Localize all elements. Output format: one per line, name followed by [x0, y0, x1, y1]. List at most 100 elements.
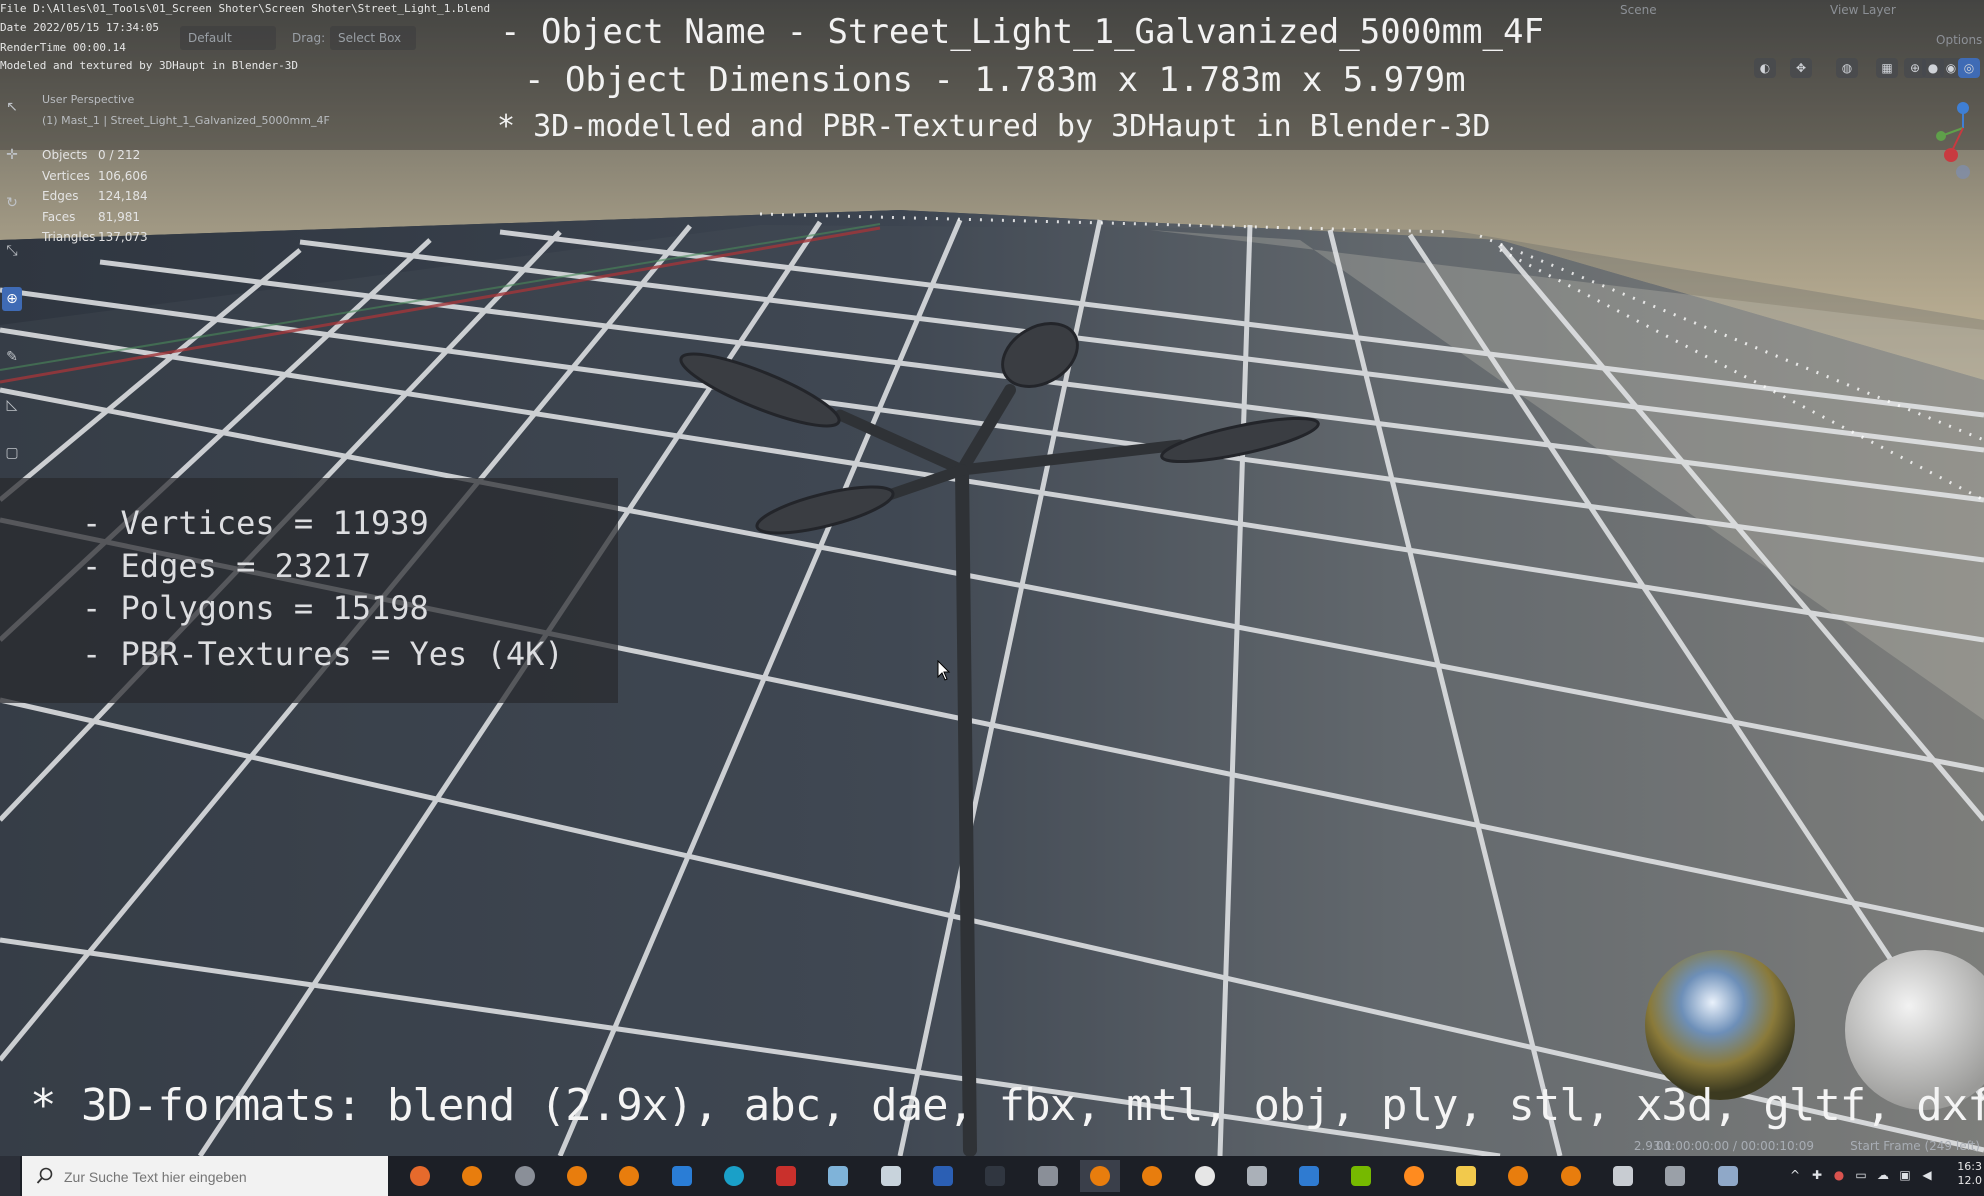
- terminal-icon: [985, 1166, 1006, 1186]
- scene-selector[interactable]: Scene: [1620, 3, 1657, 17]
- display-icon[interactable]: ▣: [1898, 1168, 1912, 1182]
- rotate-tool-icon[interactable]: ↻: [2, 191, 22, 215]
- taskbar-app[interactable]: [1289, 1160, 1329, 1192]
- taskbar-app[interactable]: [1603, 1160, 1643, 1192]
- view-layer-selector[interactable]: View Layer: [1830, 3, 1896, 17]
- stat-label: Faces: [42, 209, 76, 224]
- add-cube-tool-icon[interactable]: ▢: [2, 441, 22, 465]
- taskbar-search[interactable]: [22, 1156, 388, 1196]
- xray-toggle-icon[interactable]: ▦: [1876, 58, 1898, 78]
- panda-icon: [1194, 1166, 1215, 1186]
- volume-icon[interactable]: ◀: [1920, 1168, 1934, 1182]
- chevron-up-icon[interactable]: ^: [1788, 1168, 1802, 1182]
- overlay-toggle-icon[interactable]: ◍: [1836, 58, 1858, 78]
- capture-icon: [1037, 1166, 1058, 1186]
- transform-tool-icon[interactable]: ⊕: [2, 287, 22, 311]
- move-tool-icon[interactable]: ✛: [2, 143, 22, 167]
- taskbar-app[interactable]: [1237, 1160, 1277, 1192]
- navigation-gizmo[interactable]: [1925, 98, 1984, 188]
- blender-icon: [1089, 1166, 1110, 1186]
- firefox-icon: [410, 1166, 430, 1186]
- stat-triangles: Triangles 137,073: [42, 230, 148, 251]
- taskbar-apps: [400, 1156, 1800, 1196]
- taskbar-app[interactable]: [609, 1160, 649, 1192]
- rendered-shading-icon[interactable]: ◎: [1958, 58, 1980, 78]
- cloud-icon[interactable]: ☁: [1876, 1168, 1890, 1182]
- taskbar-app[interactable]: [1446, 1160, 1486, 1192]
- taskbar-app[interactable]: [557, 1160, 597, 1192]
- annotate-tool-icon[interactable]: ✎: [2, 345, 22, 369]
- battery-icon[interactable]: ▭: [1854, 1168, 1868, 1182]
- taskbar-app[interactable]: [1028, 1160, 1068, 1192]
- taskbar-app[interactable]: [662, 1160, 702, 1192]
- object-dimensions-text: - Object Dimensions - 1.783m x 1.783m x …: [524, 60, 1466, 100]
- scene-statistics: Objects 0 / 212 Vertices 106,606 Edges 124,…: [42, 148, 148, 251]
- taskbar-app[interactable]: [1498, 1160, 1538, 1192]
- taskbar-app[interactable]: [1185, 1160, 1225, 1192]
- network-icon[interactable]: ✚: [1810, 1168, 1824, 1182]
- stamp-date: Date 2022/05/15 17:34:05: [0, 21, 159, 34]
- media-icon: [1403, 1166, 1424, 1186]
- orientation-dropdown[interactable]: Default: [180, 26, 276, 50]
- viewport-info: User Perspective (1) Mast_1 | Street_Lig…: [42, 93, 330, 127]
- taskbar-app[interactable]: [505, 1160, 545, 1192]
- gizmo-toggle-icon[interactable]: ✥: [1790, 58, 1812, 78]
- taskbar-app[interactable]: [1132, 1160, 1172, 1192]
- object-name-text: - Object Name - Street_Light_1_Galvanize…: [500, 12, 1544, 52]
- tool-shelf: ↖ ✛ ↻ ⤡ ⊕ ✎ ◺ ▢: [0, 95, 24, 475]
- blender-icon: [462, 1166, 483, 1186]
- gizmo-neg-axis[interactable]: [1956, 165, 1970, 179]
- taskbar-app[interactable]: [452, 1160, 492, 1192]
- taskbar-app[interactable]: [818, 1160, 858, 1192]
- viewport-header: Default Drag: Select Box: [160, 26, 460, 52]
- search-input[interactable]: [62, 1165, 376, 1189]
- antivirus-icon[interactable]: ●: [1832, 1168, 1846, 1182]
- select-mode-dropdown[interactable]: Select Box: [330, 26, 416, 50]
- gizmo-y-axis[interactable]: [1936, 131, 1946, 141]
- scale-tool-icon[interactable]: ⤡: [2, 239, 22, 263]
- mail-icon: [671, 1166, 692, 1186]
- taskbar-app[interactable]: [923, 1160, 963, 1192]
- perspective-label: User Perspective: [42, 93, 135, 106]
- measure-tool-icon[interactable]: ◺: [2, 393, 22, 417]
- edge-icon: [723, 1166, 744, 1186]
- taskbar-clock[interactable]: 16:3 12.0: [1942, 1160, 1982, 1188]
- settings-icon: [1612, 1166, 1633, 1186]
- taskbar-app[interactable]: [1655, 1160, 1695, 1192]
- taskbar-app[interactable]: [766, 1160, 806, 1192]
- options-button[interactable]: Options: [1936, 33, 1982, 47]
- visibility-icon[interactable]: ◐: [1754, 58, 1776, 78]
- taskbar-app[interactable]: [1551, 1160, 1591, 1192]
- taskbar-app[interactable]: [714, 1160, 754, 1192]
- credit-text: * 3D-modelled and PBR-Textured by 3DHaup…: [497, 109, 1491, 144]
- stat-label: Edges: [42, 189, 79, 203]
- taskbar-app[interactable]: [975, 1160, 1015, 1192]
- bug-icon: [776, 1166, 797, 1186]
- gizmo-x-axis[interactable]: [1944, 148, 1958, 162]
- taskbar-app[interactable]: [1079, 1160, 1120, 1192]
- taskbar-app[interactable]: [1394, 1160, 1434, 1192]
- stat-edges: Edges 124,184: [42, 189, 148, 210]
- taskbar-app[interactable]: [1341, 1160, 1381, 1192]
- taskbar-app[interactable]: [1708, 1160, 1748, 1192]
- shading-controls: ◐ ✥ ◍ ▦ ⊕ ● ◉ ◎: [1754, 56, 1984, 82]
- stat-value: 0 / 212: [98, 148, 141, 162]
- formats-text: * 3D-formats: blend (2.9x), abc, dae, fb…: [30, 1080, 1984, 1131]
- nvidia-icon: [1351, 1166, 1372, 1186]
- mesh-textures-text: - PBR-Textures = Yes (4K): [82, 635, 564, 673]
- cursor-tool-icon[interactable]: ↖: [2, 95, 22, 119]
- clock-date: 12.0: [1957, 1174, 1983, 1187]
- server-icon: [1665, 1166, 1686, 1186]
- word-icon: [933, 1166, 953, 1186]
- start-button[interactable]: [0, 1156, 20, 1196]
- gizmo-z-axis[interactable]: [1957, 102, 1969, 114]
- mesh-edges-text: - Edges = 23217: [82, 547, 371, 585]
- stat-value: 106,606: [98, 168, 148, 183]
- taskbar-app[interactable]: [400, 1160, 440, 1192]
- mouse-pointer-icon: [937, 660, 951, 681]
- blender-icon: [1508, 1166, 1529, 1186]
- 3d-viewport[interactable]: - Object Name - Street_Light_1_Galvanize…: [0, 0, 1984, 1156]
- taskbar-app[interactable]: [871, 1160, 911, 1192]
- stamp-file: File D:\Alles\01_Tools\01_Screen Shoter\…: [0, 2, 491, 15]
- stat-label: Vertices: [42, 168, 90, 183]
